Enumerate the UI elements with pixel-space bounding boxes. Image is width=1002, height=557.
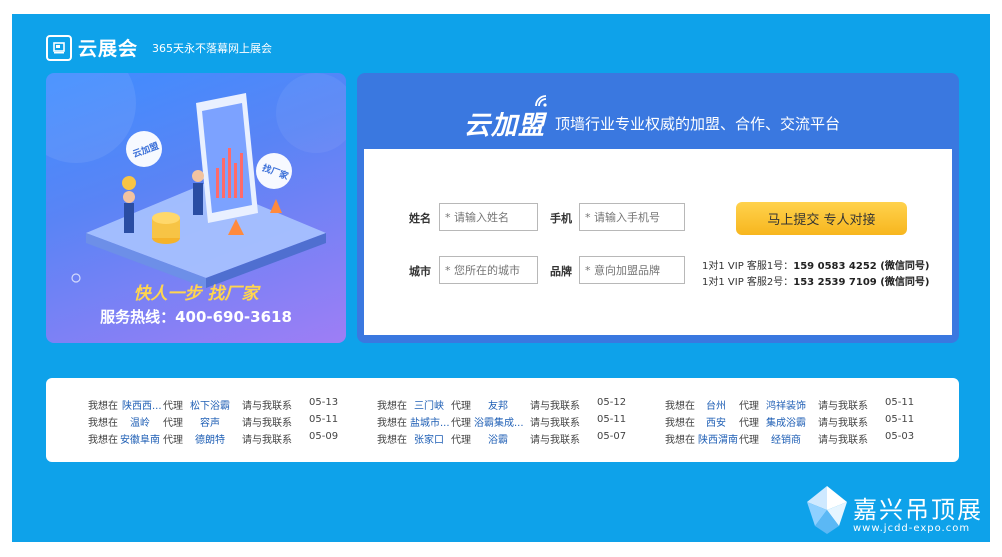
city-link[interactable]: 三门峡 <box>414 397 444 412</box>
brand-link[interactable]: 鸿祥装饰 <box>766 397 806 412</box>
contact-text: 请与我联系 <box>818 418 868 429</box>
brand-link[interactable]: 友邦 <box>488 397 508 412</box>
service2-prefix: 1对1 VIP 客服2号： <box>702 277 794 288</box>
name-label: 姓名 <box>409 212 431 225</box>
contact-text: 请与我联系 <box>530 418 580 429</box>
brand-name: 云加盟 <box>464 111 546 141</box>
brand-label: 品牌 <box>550 265 572 278</box>
page-frame: 云展会 365天永不落幕网上展会 云加盟 找厂家 快人一步 找厂家 服务热线：4… <box>12 14 990 542</box>
action-text: 代理 <box>739 435 759 446</box>
logo-icon <box>46 34 72 61</box>
contact-text: 请与我联系 <box>242 401 292 412</box>
form-header: 云加盟 顶墙行业专业权威的加盟、合作、交流平台 <box>357 73 959 149</box>
want-text: 我想在 <box>88 435 118 446</box>
action-text: 代理 <box>451 401 471 412</box>
city-link[interactable]: 安徽阜南 <box>120 431 160 446</box>
footer-site-name: 嘉兴吊顶展 <box>853 496 983 524</box>
submit-button[interactable]: 马上提交 专人对接 <box>736 202 907 235</box>
diamond-logo-icon <box>807 486 847 538</box>
date-text: 05-13 <box>309 397 339 408</box>
city-link[interactable]: 陕西渭南 <box>698 431 738 446</box>
want-text: 我想在 <box>377 435 407 446</box>
footer-logo[interactable]: 嘉兴吊顶展 www.jcdd-expo.com <box>807 486 983 538</box>
contact-text: 请与我联系 <box>530 401 580 412</box>
footer-logo-text: 嘉兴吊顶展 www.jcdd-expo.com <box>853 490 983 534</box>
want-text: 我想在 <box>665 401 695 412</box>
phone-input[interactable] <box>579 203 685 231</box>
want-text: 我想在 <box>665 435 695 446</box>
city-link[interactable]: 盐城市... <box>410 414 450 429</box>
brand-header: 云加盟 顶墙行业专业权威的加盟、合作、交流平台 <box>464 95 841 142</box>
want-text: 我想在 <box>88 418 118 429</box>
brand-slogan: 顶墙行业专业权威的加盟、合作、交流平台 <box>555 115 841 133</box>
want-text: 我想在 <box>665 418 695 429</box>
contact-text: 请与我联系 <box>242 435 292 446</box>
city-link[interactable]: 西安 <box>706 414 726 429</box>
want-text: 我想在 <box>377 418 407 429</box>
service-line-2: 1对1 VIP 客服2号：153 2539 7109 (微信同号) <box>702 273 929 288</box>
action-text: 代理 <box>739 401 759 412</box>
date-text: 05-11 <box>885 397 915 408</box>
city-label: 城市 <box>409 265 431 278</box>
brand-link[interactable]: 集成浴霸 <box>766 414 806 429</box>
brand-link[interactable]: 容声 <box>200 414 220 429</box>
action-text: 代理 <box>163 435 183 446</box>
action-text: 代理 <box>163 401 183 412</box>
want-text: 我想在 <box>377 401 407 412</box>
request-list: 我想在 陕西西... 代理 松下浴霸 请与我联系 05-13 我想在 三门峡 代… <box>46 378 959 462</box>
contact-text: 请与我联系 <box>242 418 292 429</box>
date-text: 05-11 <box>309 414 339 425</box>
date-text: 05-07 <box>597 431 627 442</box>
logo-name: 云展会 <box>78 38 139 60</box>
contact-text: 请与我联系 <box>818 435 868 446</box>
date-text: 05-03 <box>885 431 915 442</box>
service1-prefix: 1对1 VIP 客服1号： <box>702 261 794 272</box>
promo-title: 快人一步 找厂家 <box>133 284 259 304</box>
name-input[interactable] <box>439 203 538 231</box>
city-input[interactable] <box>439 256 538 284</box>
city-link[interactable]: 陕西西... <box>122 397 162 412</box>
contact-text: 请与我联系 <box>530 435 580 446</box>
footer-site-url: www.jcdd-expo.com <box>853 523 971 534</box>
brand-link[interactable]: 松下浴霸 <box>190 397 230 412</box>
brand-link[interactable]: 经销商 <box>771 431 801 446</box>
service-line-1: 1对1 VIP 客服1号：159 0583 4252 (微信同号) <box>702 257 929 272</box>
brand-link[interactable]: 浴霸集成... <box>474 414 524 429</box>
action-text: 代理 <box>451 418 471 429</box>
service1-number: 159 0583 4252 (微信同号) <box>793 261 930 272</box>
promo-hotline: 服务热线：400-690-3618 <box>100 308 292 326</box>
city-link[interactable]: 温岭 <box>130 414 150 429</box>
action-text: 代理 <box>163 418 183 429</box>
brand-input[interactable] <box>579 256 685 284</box>
promo-banner[interactable]: 云加盟 找厂家 快人一步 找厂家 服务热线：400-690-3618 <box>46 73 346 343</box>
form-body: 姓名 手机 城市 品牌 马上提交 专人对接 1对1 VIP 客服1号：159 0… <box>364 149 952 335</box>
contact-text: 请与我联系 <box>818 401 868 412</box>
date-text: 05-11 <box>885 414 915 425</box>
city-link[interactable]: 台州 <box>706 397 726 412</box>
action-text: 代理 <box>739 418 759 429</box>
date-text: 05-09 <box>309 431 339 442</box>
phone-label: 手机 <box>550 212 572 225</box>
action-text: 代理 <box>451 435 471 446</box>
logo-slogan: 365天永不落幕网上展会 <box>152 41 273 55</box>
service2-number: 153 2539 7109 (微信同号) <box>793 277 930 288</box>
brand-link[interactable]: 浴霸 <box>488 431 508 446</box>
date-text: 05-11 <box>597 414 627 425</box>
join-form-panel: 云加盟 顶墙行业专业权威的加盟、合作、交流平台 姓名 手机 城市 品牌 马上提交… <box>357 73 959 343</box>
brand-link[interactable]: 德朗特 <box>195 431 225 446</box>
signal-icon <box>534 93 550 112</box>
date-text: 05-12 <box>597 397 627 408</box>
city-link[interactable]: 张家口 <box>414 431 444 446</box>
want-text: 我想在 <box>88 401 118 412</box>
site-logo[interactable]: 云展会 365天永不落幕网上展会 <box>46 34 272 61</box>
